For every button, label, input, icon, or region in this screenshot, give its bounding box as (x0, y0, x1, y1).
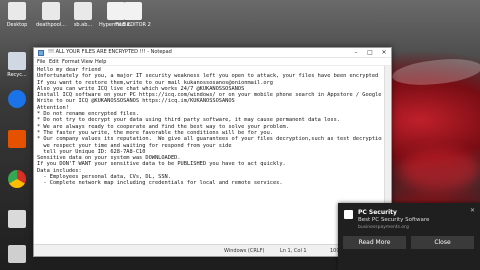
app-icon (344, 210, 353, 219)
desktop-icon-top-3[interactable]: sb.ab... (66, 2, 100, 28)
recycle-bin-icon (8, 52, 26, 70)
desktop-icon-app-4[interactable] (0, 245, 34, 263)
menu-help[interactable]: Help (95, 59, 106, 65)
file-icon (8, 210, 26, 228)
toast-title: PC Security (358, 209, 397, 216)
toast-body: Best PC Security Software (358, 217, 430, 223)
toast-notification[interactable]: PC Security Best PC Security Software bu… (338, 203, 480, 270)
desktop-icon-app-2[interactable] (0, 130, 34, 148)
desktop-icon-top-5[interactable]: FILE EDITOR 2 (113, 2, 153, 28)
text-editor-area[interactable]: Hello my dear friend Unfortunately for yo… (37, 67, 382, 243)
file-icon (8, 245, 26, 263)
close-button[interactable]: Close (411, 236, 474, 249)
desktop-icon-app-1[interactable] (0, 90, 34, 108)
desktop-icon-top-2[interactable]: deathpool... (34, 2, 68, 28)
text-line: * Do not try to decrypt your data using … (37, 117, 340, 124)
file-icon (124, 2, 142, 20)
text-line: - Complete network map including credent… (37, 180, 283, 187)
desktop-icon-label: sb.ab... (73, 22, 93, 28)
desktop-icon-chrome[interactable] (0, 170, 34, 188)
status-encoding: Windows (CRLF) (224, 248, 265, 254)
desktop-icon-label: deathpool... (36, 22, 66, 28)
desktop-icon-label: FILE EDITOR 2 (115, 22, 151, 28)
close-button[interactable]: ✕ (377, 48, 391, 58)
desktop-icon-label: Desktop (6, 22, 28, 28)
file-icon (74, 2, 92, 20)
notepad-titlebar[interactable]: !!! ALL YOUR FILES ARE ENCRYPTED !!! - N… (34, 48, 391, 58)
window-title: !!! ALL YOUR FILES ARE ENCRYPTED !!! - N… (48, 49, 172, 55)
menu-edit[interactable]: Edit (49, 59, 59, 65)
desktop-icon-app-3[interactable] (0, 210, 34, 228)
menu-format[interactable]: Format (62, 59, 80, 65)
menu-file[interactable]: File (37, 59, 45, 65)
close-icon[interactable]: ✕ (470, 207, 475, 214)
status-cursor-position: Ln 1, Col 1 (280, 248, 307, 254)
text-line: Unfortunately for you, a major IT securi… (37, 73, 379, 80)
wallpaper-car-highlight (390, 55, 480, 89)
file-icon (8, 2, 26, 20)
toast-source: businesspayments.org (358, 225, 409, 230)
notepad-icon (38, 50, 44, 56)
menu-view[interactable]: View (81, 59, 93, 65)
app-icon (8, 90, 26, 108)
file-icon (42, 2, 60, 20)
desktop-icon-recycle-bin[interactable]: Recyc... (0, 52, 34, 78)
menu-bar: File Edit Format View Help (34, 58, 391, 66)
desktop-icon-label: Recyc... (7, 72, 27, 78)
text-line: * Our company values its reputation. We … (37, 136, 382, 143)
minimize-button[interactable]: – (349, 48, 363, 58)
maximize-button[interactable]: □ (363, 48, 377, 58)
read-more-button[interactable]: Read More (343, 236, 406, 249)
desktop-icon-top-1[interactable]: Desktop (0, 2, 34, 28)
chrome-icon (8, 170, 26, 188)
app-icon (8, 130, 26, 148)
wallpaper-glow (400, 150, 480, 190)
